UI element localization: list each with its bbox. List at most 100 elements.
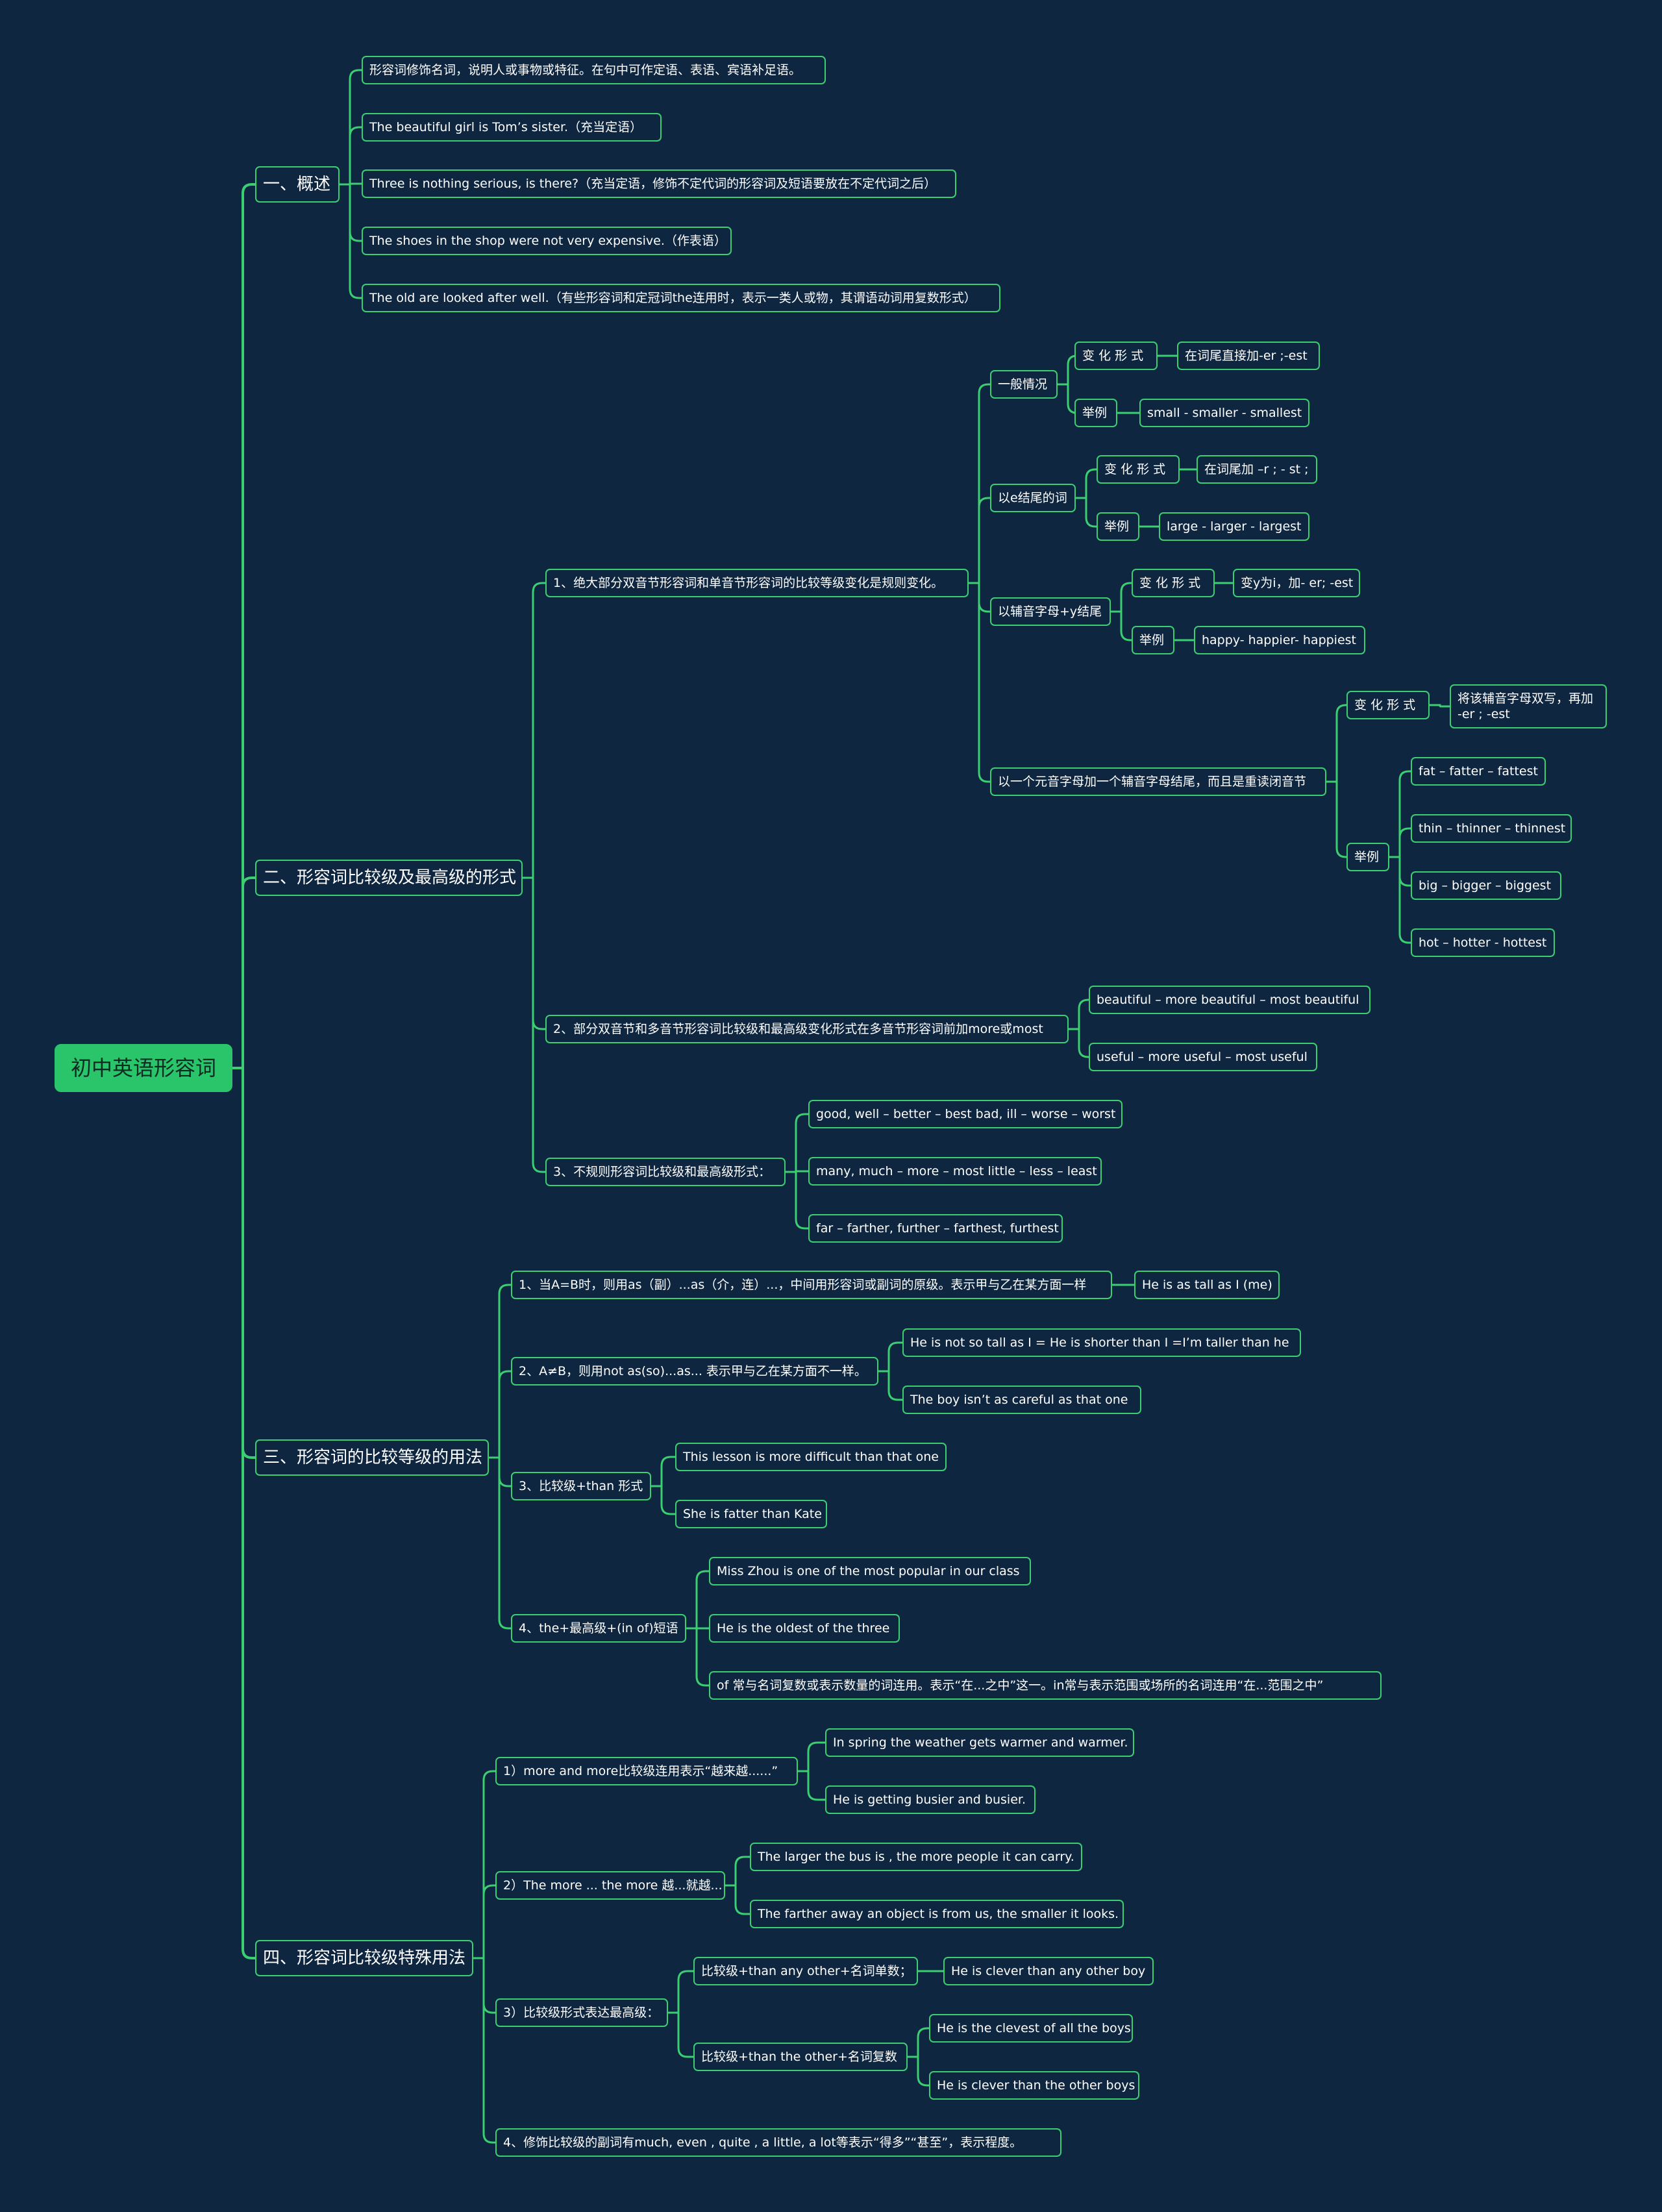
node-s3-2[interactable]: 2、A≠B，则用not as(so)...as... 表示甲与乙在某方面不一样。	[511, 1357, 878, 1386]
connector-s4-2a	[725, 1856, 750, 1887]
node-g1b1[interactable]: small - smaller - smallest	[1139, 399, 1309, 427]
node-s2-2[interactable]: 2、部分双音节和多音节形容词比较级和最高级变化形式在多音节形容词前加more或m…	[545, 1015, 1069, 1043]
connector-s4-2b	[725, 1884, 750, 1915]
connector-s2-1	[523, 582, 545, 879]
connector-s3-2a	[878, 1341, 902, 1373]
node-s1d[interactable]: The shoes in the shop were not very expe…	[362, 227, 732, 255]
connector-s3-4	[489, 1456, 511, 1630]
node-s2-2b[interactable]: useful – more useful – most useful	[1089, 1043, 1317, 1071]
node-g2a1[interactable]: 在词尾加 –r ; - st ;	[1197, 455, 1317, 484]
node-s4-1b[interactable]: He is getting busier and busier.	[825, 1785, 1036, 1814]
connector-s2	[232, 876, 255, 1069]
connector-s3-4c	[686, 1627, 709, 1687]
node-g2b1[interactable]: large - larger - largest	[1159, 512, 1309, 541]
node-s4-3b1[interactable]: He is the clevest of all the boys	[929, 2014, 1133, 2043]
connector-g3a	[1111, 582, 1132, 613]
node-s1a[interactable]: 形容词修饰名词，说明人或事物或特征。在句中可作定语、表语、宾语补足语。	[362, 56, 826, 84]
node-g1a[interactable]: 变 化 形 式	[1074, 342, 1158, 370]
node-s3-4b[interactable]: He is the oldest of the three	[709, 1614, 900, 1643]
connector-s3-2b	[878, 1370, 902, 1401]
node-s4-3a1[interactable]: He is clever than any other boy	[943, 1957, 1154, 1985]
node-s3-3b[interactable]: She is fatter than Kate	[675, 1500, 827, 1528]
node-s4-2b[interactable]: The farther away an object is from us, t…	[750, 1900, 1124, 1928]
node-g3a[interactable]: 变 化 形 式	[1132, 569, 1215, 597]
node-g4b2[interactable]: thin – thinner – thinnest	[1411, 814, 1572, 843]
node-s2-3b[interactable]: many, much – more – most little – less –…	[808, 1157, 1102, 1186]
node-s4[interactable]: 四、形容词比较级特殊用法	[255, 1940, 473, 1976]
node-s3-2a[interactable]: He is not so tall as I = He is shorter t…	[902, 1328, 1301, 1357]
connector-s4-3a	[668, 1970, 693, 2014]
node-g4[interactable]: 以一个元音字母加一个辅音字母结尾，而且是重读闭音节	[990, 767, 1326, 796]
node-s4-1a[interactable]: In spring the weather gets warmer and wa…	[825, 1728, 1134, 1757]
node-g1b[interactable]: 举例	[1074, 399, 1117, 427]
node-g3a1[interactable]: 变y为i，加- er; -est	[1233, 569, 1360, 597]
node-s4-2[interactable]: 2）The more ... the more 越...就越...	[495, 1871, 725, 1900]
connector-g2	[969, 497, 990, 584]
connector-s3-2	[489, 1370, 511, 1459]
mind-map: 初中英语形容词 一、概述 形容词修饰名词，说明人或事物或特征。在句中可作定语、表语、…	[0, 0, 1662, 2212]
node-root[interactable]: 初中英语形容词	[55, 1044, 232, 1092]
node-g2a[interactable]: 变 化 形 式	[1097, 455, 1180, 484]
connector-g3b	[1111, 610, 1132, 641]
connector-s3-3b	[651, 1485, 675, 1515]
node-s1e[interactable]: The old are looked after well.（有些形容词和定冠词…	[362, 284, 1000, 312]
node-g4a1[interactable]: 将该辅音字母双写，再加 -er ; -est	[1450, 684, 1607, 728]
connector-s4-2	[473, 1884, 495, 1959]
connector-s4-3b1	[908, 2027, 929, 2058]
node-s2[interactable]: 二、形容词比较级及最高级的形式	[255, 860, 523, 896]
node-s4-1[interactable]: 1）more and more比较级连用表示“越来越......”	[495, 1757, 798, 1785]
node-s4-2a[interactable]: The larger the bus is , the more people …	[750, 1843, 1082, 1871]
connector-s4-3b	[668, 2011, 693, 2058]
connector-g4b4	[1389, 856, 1411, 944]
connector-s4-1a	[798, 1741, 825, 1772]
connector-s4	[232, 1067, 255, 1959]
node-s3-1[interactable]: 1、当A=B时，则用as（副）...as（介，连）...，中间用形容词或副词的原…	[511, 1271, 1112, 1299]
node-s4-3[interactable]: 3）比较级形式表达最高级：	[495, 1998, 668, 2027]
node-s2-3a[interactable]: good, well – better – best bad, ill – wo…	[808, 1100, 1122, 1128]
node-s3-4c[interactable]: of 常与名词复数或表示数量的词连用。表示“在...之中”这一。in常与表示范围…	[709, 1671, 1382, 1700]
node-s3-3[interactable]: 3、比较级+than 形式	[511, 1472, 651, 1500]
node-s3-4a[interactable]: Miss Zhou is one of the most popular in …	[709, 1557, 1031, 1585]
node-g1a1[interactable]: 在词尾直接加-er ;-est	[1177, 342, 1320, 370]
node-g4b3[interactable]: big – bigger – biggest	[1411, 871, 1561, 900]
connector-s3-4a	[686, 1570, 709, 1630]
connector-g4a	[1326, 704, 1346, 783]
node-s2-1[interactable]: 1、绝大部分双音节形容词和单音节形容词的比较等级变化是规则变化。	[545, 569, 969, 597]
node-s3[interactable]: 三、形容词的比较等级的用法	[255, 1439, 489, 1476]
node-s1c[interactable]: Three is nothing serious, is there?（充当定语…	[362, 169, 956, 198]
node-s1[interactable]: 一、概述	[255, 166, 340, 203]
node-g3[interactable]: 以辅音字母+y结尾	[990, 597, 1111, 626]
node-s4-4[interactable]: 4、修饰比较级的副词有much, even , quite , a little…	[495, 2128, 1061, 2157]
connector-s2-2b	[1069, 1028, 1089, 1058]
node-g4b4[interactable]: hot – hotter - hottest	[1411, 928, 1555, 957]
node-s3-4[interactable]: 4、the+最高级+(in of)短语	[511, 1614, 686, 1643]
connector-s2-2a	[1069, 999, 1089, 1030]
node-s4-3b[interactable]: 比较级+than the other+名词复数	[693, 2043, 908, 2071]
connector-g4a1	[1430, 704, 1450, 708]
connector-g2a	[1076, 468, 1097, 499]
connector-s1b	[340, 126, 362, 186]
node-g4b1[interactable]: fat – fatter – fattest	[1411, 757, 1546, 786]
connector-g4b2	[1389, 827, 1411, 858]
node-s1b[interactable]: The beautiful girl is Tom’s sister.（充当定语…	[362, 113, 662, 142]
node-g3b1[interactable]: happy- happier- happiest	[1194, 626, 1365, 654]
connector-s4-4	[473, 1957, 495, 2144]
node-s2-3[interactable]: 3、不规则形容词比较级和最高级形式：	[545, 1158, 786, 1186]
node-s2-3c[interactable]: far – farther, further – farthest, furth…	[808, 1214, 1063, 1243]
node-g1[interactable]: 一般情况	[990, 370, 1058, 399]
node-g4b[interactable]: 举例	[1346, 843, 1389, 871]
node-g2b[interactable]: 举例	[1097, 512, 1139, 541]
node-s3-2b[interactable]: The boy isn’t as careful as that one	[902, 1386, 1141, 1414]
node-s2-2a[interactable]: beautiful – more beautiful – most beauti…	[1089, 986, 1371, 1014]
connector-s4-1b	[798, 1770, 825, 1801]
connector-g2b	[1076, 497, 1097, 528]
node-s3-1a[interactable]: He is as tall as I (me)	[1134, 1271, 1280, 1299]
node-s4-3a[interactable]: 比较级+than any other+名词单数；	[693, 1957, 918, 1985]
node-s3-3a[interactable]: This lesson is more difficult than that …	[675, 1443, 947, 1471]
node-s4-3b2[interactable]: He is clever than the other boys	[929, 2071, 1139, 2100]
connector-s2-3	[523, 876, 545, 1173]
node-g2[interactable]: 以e结尾的词	[990, 484, 1076, 512]
connector-s4-3b2	[908, 2056, 929, 2087]
node-g3b[interactable]: 举例	[1132, 626, 1174, 654]
node-g4a[interactable]: 变 化 形 式	[1346, 691, 1430, 719]
